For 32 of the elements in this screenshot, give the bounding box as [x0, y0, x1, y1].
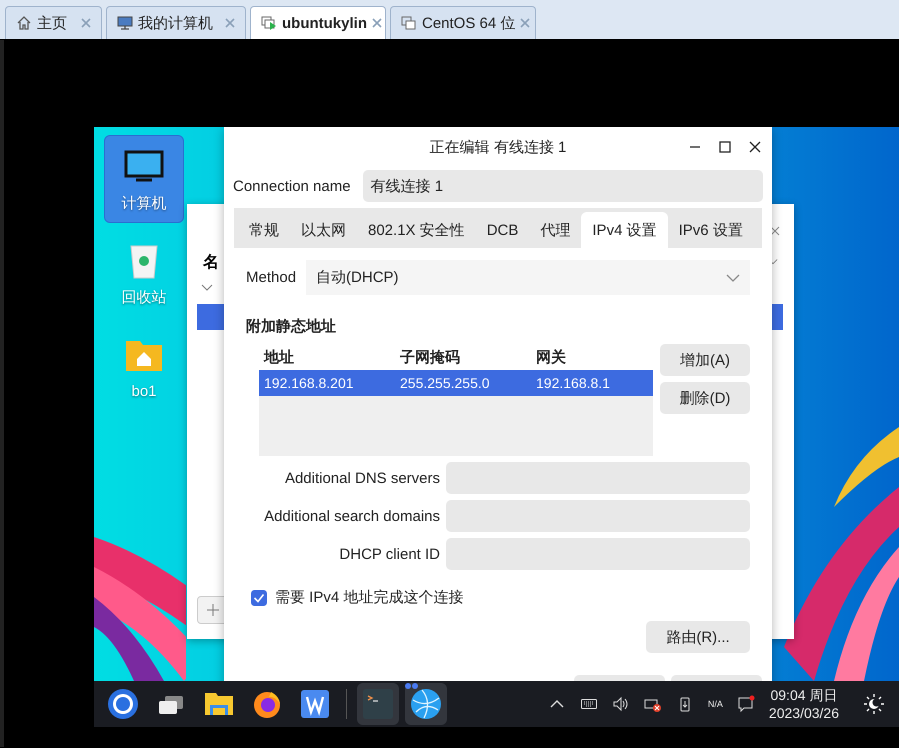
tab[interactable]: 常规 [238, 212, 290, 248]
dialog-button[interactable]: 删除(D) [660, 382, 750, 414]
clock[interactable]: 09:04 周日 2023/03/26 [768, 686, 839, 722]
window-title: 正在编辑 有线连接 1 [430, 138, 566, 156]
field-label: DHCP client ID [338, 546, 440, 562]
tab[interactable]: 802.1X 安全性 [357, 212, 476, 248]
column-header: 地址 [264, 348, 295, 366]
dialog-button[interactable]: 增加(A) [660, 344, 750, 376]
table-row[interactable]: 192.168.8.201 255.255.255.0 192.168.8.1 [259, 370, 653, 396]
connection-name-field[interactable]: 有线连接 1 [362, 170, 763, 202]
field-label: Method [246, 269, 296, 286]
host-tab[interactable]: CentOS 64 位 [390, 6, 536, 39]
host-tab[interactable]: 我的计算机 [106, 6, 246, 39]
column-header: 网关 [536, 348, 567, 366]
tab[interactable]: DCB [476, 212, 530, 248]
tab[interactable]: IPv4 设置 [581, 212, 668, 248]
method-dropdown[interactable]: 自动(DHCP) [306, 260, 750, 295]
column-header: 名 [203, 252, 219, 273]
field-label: Connection name [233, 178, 351, 194]
field-label: Additional DNS servers [284, 470, 440, 486]
tab[interactable]: 代理 [529, 212, 582, 248]
section-title: 附加静态地址 [246, 317, 337, 336]
column-header: 子网掩码 [400, 348, 461, 366]
host-tab[interactable]: 主页 [5, 6, 102, 39]
tab[interactable]: 以太网 [290, 212, 357, 248]
routes-button[interactable]: 路由(R)... [646, 621, 750, 653]
field-label: Additional search domains [263, 508, 440, 524]
network-status[interactable]: N/A [708, 699, 723, 709]
tab[interactable]: IPv6 设置 [668, 212, 754, 248]
checkbox-label: 需要 IPv4 地址完成这个连接 [275, 588, 464, 607]
host-tab[interactable]: ubuntukylin [250, 6, 386, 39]
desktop-icon[interactable]: 计算机 [104, 135, 184, 223]
